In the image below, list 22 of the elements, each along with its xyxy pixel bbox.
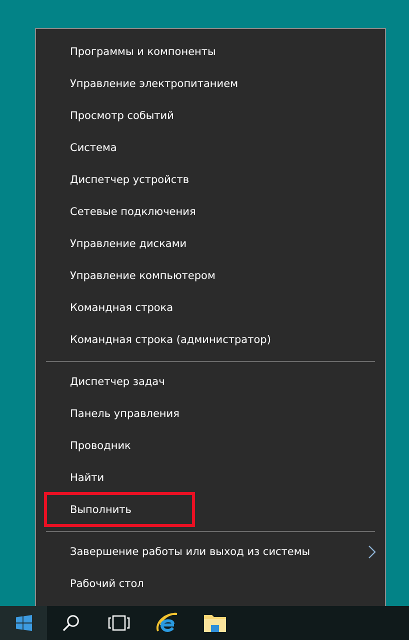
task-view-icon[interactable] — [108, 615, 130, 631]
menu-item[interactable]: Диспетчер задач — [36, 376, 165, 388]
menu-item[interactable]: Управление электропитанием — [36, 78, 238, 90]
menu-item[interactable]: Программы и компоненты — [36, 46, 216, 58]
menu-item[interactable]: Просмотр событий — [36, 110, 174, 122]
menu-item[interactable]: Сетевые подключения — [36, 206, 196, 218]
menu-item[interactable]: Командная строка (администратор) — [36, 334, 271, 346]
windows-logo-icon[interactable] — [16, 615, 32, 631]
menu-item[interactable]: Рабочий стол — [36, 578, 144, 590]
menu-item[interactable]: Панель управления — [36, 408, 180, 420]
menu-item[interactable]: Командная строка — [36, 302, 174, 314]
menu-item[interactable]: Управление компьютером — [36, 270, 216, 282]
menu-item[interactable]: Выполнить — [36, 504, 132, 516]
menu-item[interactable]: Завершение работы или выход из системы — [36, 546, 310, 558]
browser-e-icon[interactable] — [155, 611, 179, 635]
menu-item[interactable]: Управление дисками — [36, 238, 187, 250]
menu-item[interactable]: Проводник — [36, 440, 131, 452]
menu-item[interactable]: Система — [36, 142, 117, 154]
folder-icon[interactable] — [203, 613, 227, 633]
menu-item[interactable]: Найти — [36, 472, 104, 484]
menu-item[interactable]: Диспетчер устройств — [36, 174, 190, 186]
search-icon[interactable] — [62, 614, 80, 632]
